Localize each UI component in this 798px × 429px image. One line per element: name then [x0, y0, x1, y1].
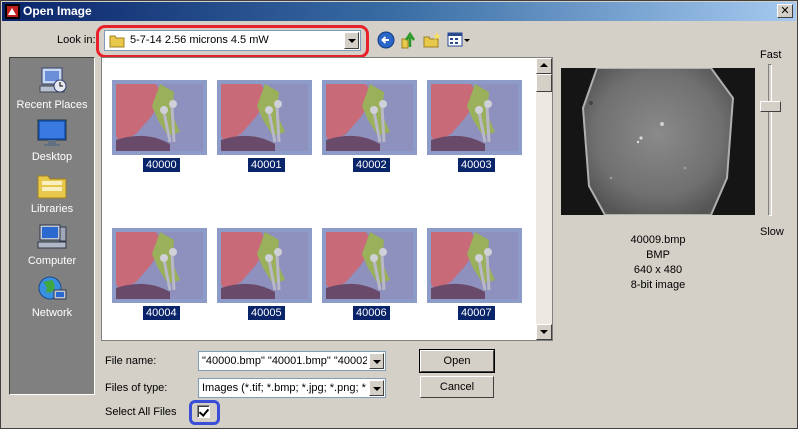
open-image-dialog: Open Image ✕ Look in: 5-7-14 2.56 micron…	[0, 0, 798, 429]
preview-image	[561, 68, 755, 215]
file-name-text: 40006	[353, 306, 390, 320]
thumbnail-image	[116, 84, 203, 151]
place-computer[interactable]: Computer	[10, 218, 94, 270]
title-bar[interactable]: Open Image ✕	[2, 2, 796, 21]
file-thumbnail[interactable]: 40005	[217, 228, 312, 338]
file-name-label: File name:	[105, 355, 157, 367]
file-name-value: "40000.bmp" "40001.bmp" "40002	[202, 355, 367, 367]
file-thumbnail[interactable]: 40001	[217, 80, 312, 190]
chevron-down-icon[interactable]	[369, 353, 384, 369]
speed-slider-thumb[interactable]	[760, 101, 781, 112]
place-desktop[interactable]: Desktop	[10, 114, 94, 166]
file-name-text: 40004	[143, 306, 180, 320]
file-thumbnail[interactable]: 40004	[112, 228, 207, 338]
scroll-thumb[interactable]	[536, 74, 552, 92]
thumbnail-image	[326, 84, 413, 151]
file-list-scrollbar[interactable]	[536, 58, 552, 340]
new-folder-icon[interactable]	[423, 31, 441, 49]
image-preview	[561, 68, 755, 215]
file-list-view[interactable]: 40000 40001 40002 40003 40004 40005 40006 40007	[101, 57, 553, 341]
view-menu-icon[interactable]	[447, 31, 471, 49]
window-title: Open Image	[23, 4, 92, 18]
thumbnail-image	[221, 84, 308, 151]
file-thumbnail[interactable]: 40000	[112, 80, 207, 190]
file-thumbnail[interactable]: 40002	[322, 80, 417, 190]
computer-icon	[37, 224, 67, 249]
speed-fast-label: Fast	[760, 49, 782, 61]
back-arrow-icon[interactable]	[377, 31, 395, 49]
close-button[interactable]: ✕	[777, 4, 793, 18]
file-name-text: 40007	[458, 306, 495, 320]
place-label: Network	[31, 307, 73, 319]
place-label: Recent Places	[16, 99, 88, 111]
file-thumbnail[interactable]: 40006	[322, 228, 417, 338]
libraries-icon	[37, 175, 67, 199]
up-folder-icon[interactable]	[400, 31, 418, 49]
files-of-type-label: Files of type:	[105, 382, 168, 394]
recent-places-icon	[39, 67, 67, 93]
preview-dimensions: 640 x 480	[633, 264, 683, 276]
file-name-text: 40001	[248, 158, 285, 172]
scroll-down-button[interactable]	[536, 324, 552, 340]
scroll-up-button[interactable]	[536, 58, 552, 74]
file-thumbnail[interactable]: 40003	[427, 80, 522, 190]
thumbnail-frame	[217, 228, 312, 303]
file-name-text: 40005	[248, 306, 285, 320]
place-label: Libraries	[30, 203, 74, 215]
files-of-type-dropdown[interactable]: Images (*.tif; *.bmp; *.jpg; *.png; *.a	[198, 378, 386, 398]
select-all-files-label: Select All Files	[105, 406, 177, 418]
speed-slow-label: Slow	[760, 226, 784, 238]
place-label: Desktop	[31, 151, 73, 163]
files-of-type-value: Images (*.tif; *.bmp; *.jpg; *.png; *.a	[202, 382, 367, 394]
thumbnail-frame	[217, 80, 312, 155]
thumbnail-frame	[112, 228, 207, 303]
file-name-text: 40000	[143, 158, 180, 172]
preview-filename: 40009.bmp	[630, 234, 686, 246]
thumbnail-image	[431, 84, 518, 151]
place-label: Computer	[27, 255, 77, 267]
thumbnail-frame	[322, 228, 417, 303]
preview-info: 40009.bmp BMP 640 x 480 8-bit image	[561, 233, 755, 293]
preview-bit-depth: 8-bit image	[630, 279, 686, 291]
open-button[interactable]: Open	[419, 349, 495, 373]
thumbnail-frame	[427, 228, 522, 303]
chevron-down-icon[interactable]	[369, 380, 384, 396]
place-network[interactable]: Network	[10, 270, 94, 322]
speed-slider-track[interactable]	[768, 64, 772, 216]
file-name-text: 40002	[353, 158, 390, 172]
places-bar: Recent Places Desktop Libraries Computer…	[9, 57, 95, 395]
file-name-text: 40003	[458, 158, 495, 172]
preview-format: BMP	[646, 249, 670, 261]
cancel-button[interactable]: Cancel	[420, 376, 494, 398]
network-icon	[38, 276, 67, 300]
thumbnail-image	[326, 232, 413, 299]
file-name-combobox[interactable]: "40000.bmp" "40001.bmp" "40002	[198, 351, 386, 371]
thumbnail-image	[116, 232, 203, 299]
thumbnail-image	[431, 232, 518, 299]
thumbnail-frame	[427, 80, 522, 155]
desktop-icon	[37, 119, 67, 146]
look-in-label: Look in:	[57, 34, 96, 46]
blue-highlight-annotation	[189, 400, 220, 425]
thumbnail-image	[221, 232, 308, 299]
place-libraries[interactable]: Libraries	[10, 166, 94, 218]
file-thumbnail[interactable]: 40007	[427, 228, 522, 338]
thumbnail-frame	[322, 80, 417, 155]
app-icon	[5, 4, 20, 19]
place-recent-places[interactable]: Recent Places	[10, 62, 94, 114]
thumbnail-frame	[112, 80, 207, 155]
red-highlight-annotation	[96, 25, 369, 58]
